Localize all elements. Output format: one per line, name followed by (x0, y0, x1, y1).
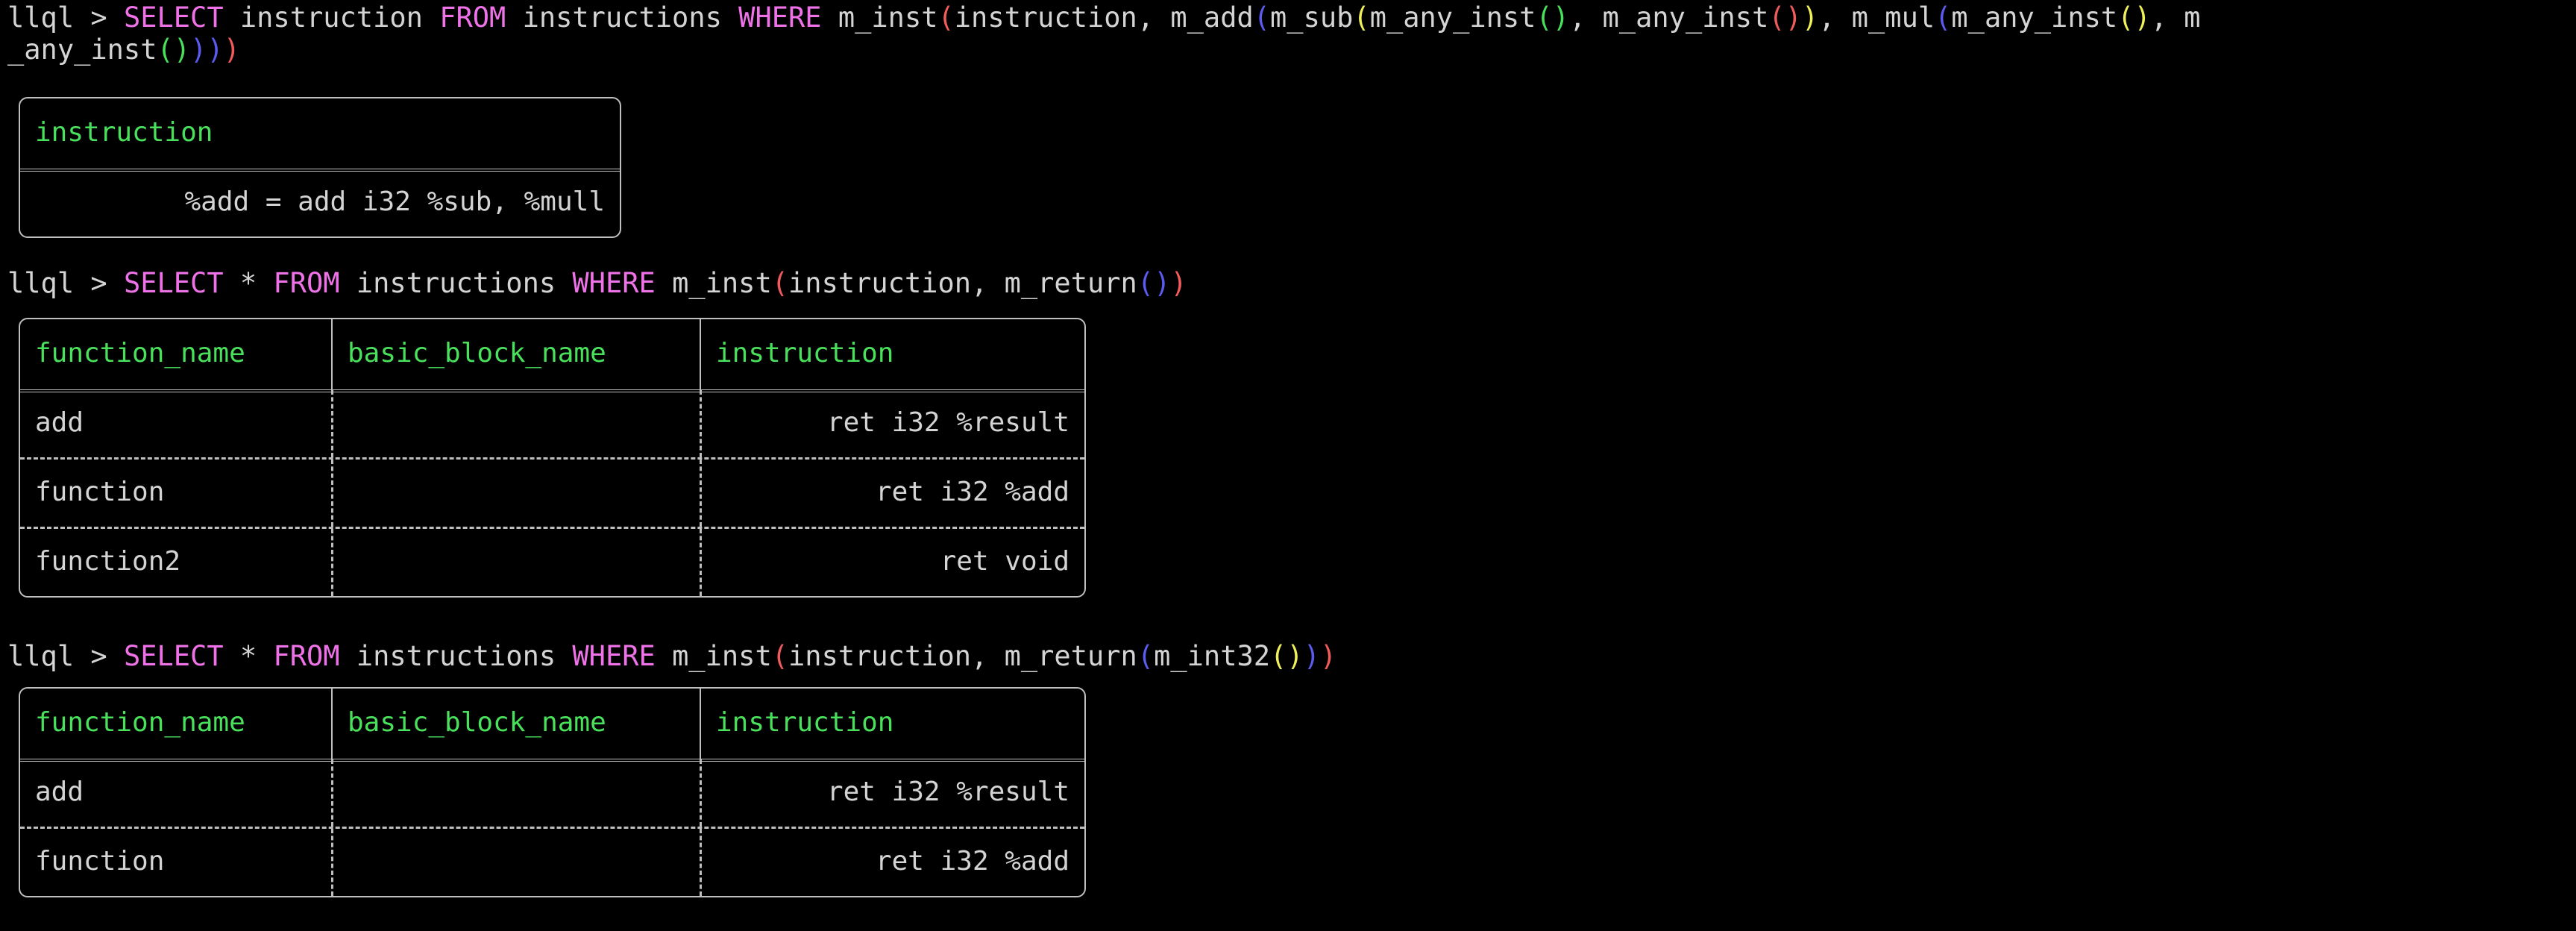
keyword-where: WHERE (572, 640, 656, 672)
query-text: instruction, m_return (788, 267, 1137, 299)
query-text: m_int32 (1154, 640, 1271, 672)
cell-basic-block-name (331, 829, 700, 896)
table-body: add ret i32 %result function ret i32 %ad… (20, 390, 1084, 596)
table-header-row: function_name basic_block_name instructi… (20, 689, 1084, 759)
terminal-window: llql > SELECT instruction FROM instructi… (0, 0, 2576, 931)
cell-instruction: ret i32 %add (700, 829, 1084, 896)
query-text: m_sub (1270, 1, 1354, 34)
table-row[interactable]: function ret i32 %add (20, 827, 1084, 896)
cell-basic-block-name (331, 529, 700, 596)
cell-basic-block-name (331, 460, 700, 527)
cell-instruction: ret i32 %add (700, 460, 1084, 527)
paren-l1-open: ( (771, 640, 789, 672)
paren-l1-close: ) (223, 34, 240, 66)
query-text: m_inst (821, 1, 938, 34)
keyword-select: SELECT (123, 267, 224, 299)
paren-l3-pair: () (1270, 640, 1304, 672)
query-text: instruction, m_add (954, 1, 1254, 34)
paren-l4-pair-d: () (157, 34, 191, 66)
keyword-where: WHERE (572, 267, 656, 299)
table-row[interactable]: add ret i32 %result (20, 759, 1084, 827)
paren-l3-open: ( (1353, 1, 1370, 34)
paren-l3-close-b: ) (190, 34, 207, 66)
table-row[interactable]: %add = add i32 %sub, %mull (20, 169, 620, 236)
query-line-2[interactable]: llql > SELECT * FROM instructions WHERE … (7, 267, 1187, 299)
column-header-function-name: function_name (35, 707, 245, 738)
table-header-row: function_name basic_block_name instructi… (20, 319, 1084, 390)
cell-function-name: function (35, 477, 165, 507)
paren-l2-pair: () (1137, 267, 1171, 299)
keyword-from: FROM (273, 267, 340, 299)
result-table-1: instruction %add = add i32 %sub, %mull (19, 97, 621, 238)
query-text: m_any_inst (1951, 1, 2118, 34)
keyword-from: FROM (439, 1, 506, 34)
paren-l1-open: ( (771, 267, 789, 299)
table-header-row: instruction (20, 98, 620, 169)
paren-l1-close: ) (1170, 267, 1187, 299)
query-text: , m_any_inst (1569, 1, 1769, 34)
query-text: instructions (339, 640, 573, 672)
query-text: instructions (506, 1, 739, 34)
paren-l4-pair: () (1768, 1, 1802, 34)
column-header-instruction: instruction (700, 689, 1084, 759)
cell-function-name: add (35, 777, 84, 807)
paren-l2-open: ( (1253, 1, 1271, 34)
keyword-select: SELECT (123, 640, 224, 672)
table-body: add ret i32 %result function ret i32 %ad… (20, 759, 1084, 896)
cell-function-name: function (35, 846, 165, 877)
column-header-basic-block-name: basic_block_name (331, 319, 700, 389)
paren-l4-pair: () (1536, 1, 1570, 34)
prompt-prefix: llql > (7, 640, 124, 672)
paren-l1-open: ( (937, 1, 955, 34)
column-header-instruction: instruction (35, 117, 213, 148)
query-line-1[interactable]: llql > SELECT instruction FROM instructi… (7, 1, 2201, 34)
cell-function-name: add (35, 407, 84, 438)
query-text: m_inst (655, 640, 772, 672)
query-line-1-cont[interactable]: _any_inst()))) (7, 34, 240, 66)
cell-function-name: function2 (35, 546, 181, 577)
table-body: %add = add i32 %sub, %mull (20, 169, 620, 236)
query-line-3[interactable]: llql > SELECT * FROM instructions WHERE … (7, 640, 1336, 672)
query-text: * (223, 267, 274, 299)
paren-l2-open: ( (1137, 640, 1155, 672)
paren-l4-pair-c: () (2117, 1, 2151, 34)
keyword-where: WHERE (738, 1, 822, 34)
keyword-select: SELECT (123, 1, 224, 34)
keyword-from: FROM (273, 640, 340, 672)
paren-l3-close: ) (1801, 1, 1819, 34)
query-text: instructions (339, 267, 573, 299)
paren-l1-close: ) (1319, 640, 1337, 672)
prompt-prefix: llql > (7, 1, 124, 34)
column-header-instruction: instruction (700, 319, 1084, 389)
query-text: _any_inst (7, 34, 157, 66)
table-row[interactable]: add ret i32 %result (20, 390, 1084, 457)
paren-l2-close: ) (1303, 640, 1320, 672)
query-text: instruction, m_return (788, 640, 1137, 672)
paren-l2-close: ) (207, 34, 224, 66)
cell-instruction: ret void (700, 529, 1084, 596)
prompt-prefix: llql > (7, 267, 124, 299)
query-text: , m (2150, 1, 2201, 34)
query-text: * (223, 640, 274, 672)
cell-basic-block-name (331, 759, 700, 827)
cell-instruction: ret i32 %result (700, 390, 1084, 457)
query-text: m_inst (655, 267, 772, 299)
column-header-function-name: function_name (35, 338, 245, 369)
column-header-basic-block-name: basic_block_name (331, 689, 700, 759)
query-text: instruction (223, 1, 440, 34)
cell-instruction: ret i32 %result (700, 759, 1084, 827)
cell-instruction: %add = add i32 %sub, %mull (184, 186, 605, 217)
result-table-3: function_name basic_block_name instructi… (19, 687, 1086, 897)
cell-basic-block-name (331, 390, 700, 457)
table-row[interactable]: function2 ret void (20, 527, 1084, 596)
query-text: m_any_inst (1369, 1, 1536, 34)
query-text: , m_mul (1818, 1, 1935, 34)
paren-l3-open-b: ( (1935, 1, 1952, 34)
result-table-2: function_name basic_block_name instructi… (19, 318, 1086, 598)
table-row[interactable]: function ret i32 %add (20, 457, 1084, 527)
